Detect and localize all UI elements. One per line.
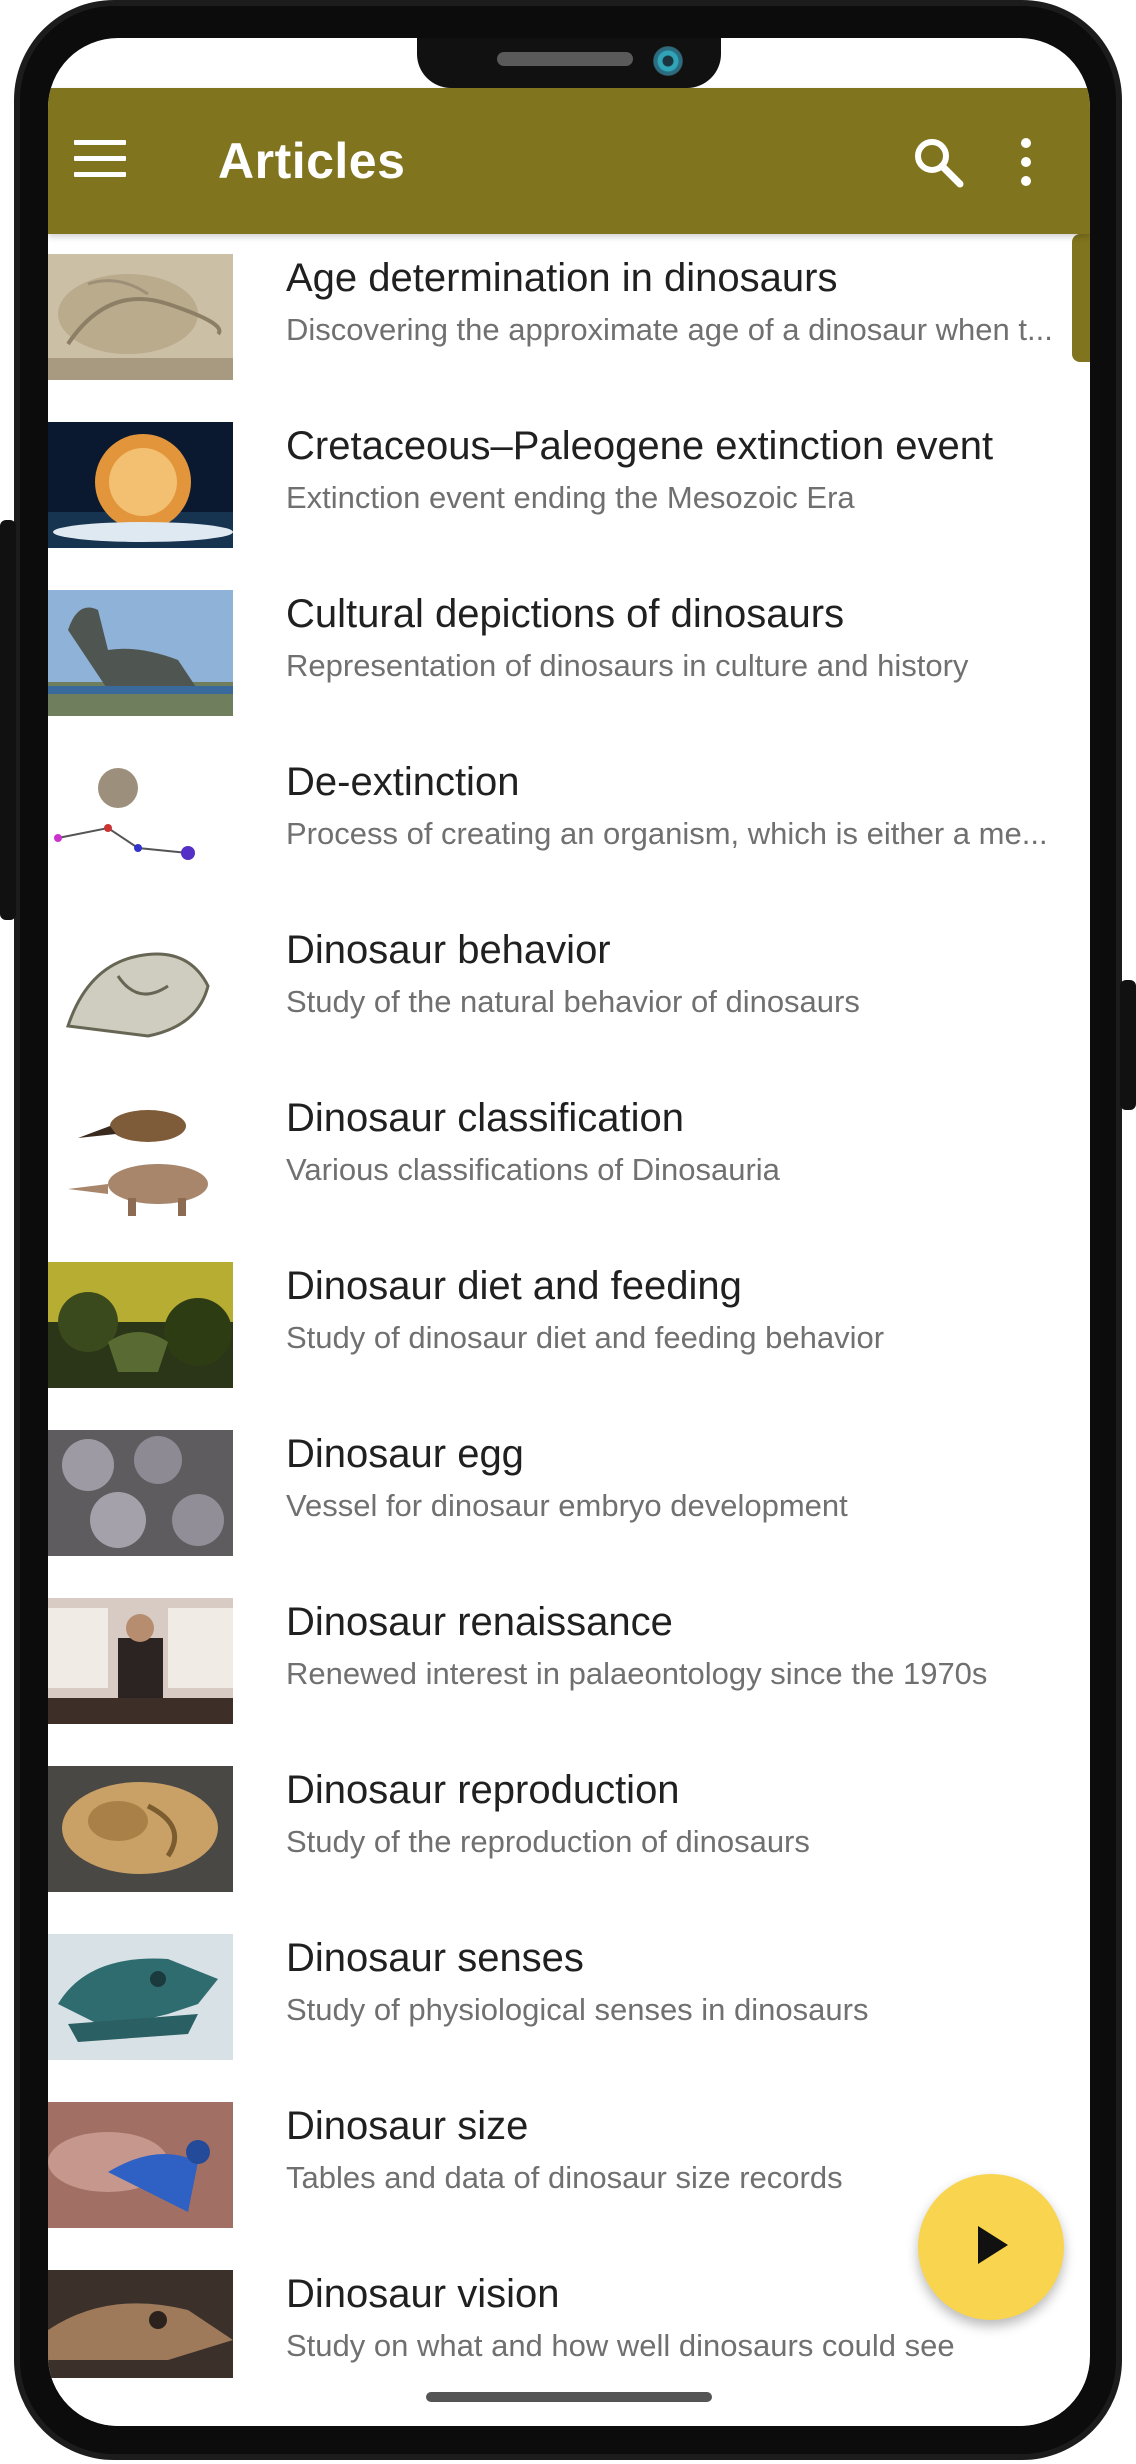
article-thumbnail (48, 1598, 233, 1724)
article-title: Dinosaur size (286, 2104, 529, 2148)
article-description: Representation of dinosaurs in culture a… (286, 648, 969, 683)
article-description: Study of dinosaur diet and feeding behav… (286, 1320, 885, 1355)
article-thumbnail (48, 254, 233, 380)
article-description: Vessel for dinosaur embryo development (286, 1488, 848, 1523)
article-thumbnail (48, 758, 233, 884)
article-title: Cultural depictions of dinosaurs (286, 592, 845, 636)
play-icon (978, 2226, 1008, 2264)
notch (417, 38, 721, 88)
home-indicator[interactable] (426, 2392, 712, 2402)
more-vert-icon[interactable] (1016, 138, 1036, 188)
article-title: Dinosaur classification (286, 1096, 684, 1140)
list-item[interactable]: Cretaceous–Paleogene extinction event Ex… (48, 402, 1090, 570)
article-thumbnail (48, 1094, 233, 1220)
menu-icon[interactable] (74, 140, 126, 180)
article-description: Various classifications of Dinosauria (286, 1152, 780, 1187)
camera-icon (653, 46, 683, 76)
speaker-grille (497, 52, 633, 66)
article-thumbnail (48, 1262, 233, 1388)
article-title: Dinosaur reproduction (286, 1768, 680, 1812)
article-title: Dinosaur vision (286, 2272, 560, 2316)
list-item[interactable]: Dinosaur senses Study of physiological s… (48, 1914, 1090, 2082)
list-item[interactable]: Dinosaur egg Vessel for dinosaur embryo … (48, 1410, 1090, 1578)
article-thumbnail (48, 590, 233, 716)
list-item[interactable]: Dinosaur reproduction Study of the repro… (48, 1746, 1090, 1914)
list-item[interactable]: Dinosaur renaissance Renewed interest in… (48, 1578, 1090, 1746)
list-item[interactable]: Dinosaur behavior Study of the natural b… (48, 906, 1090, 1074)
article-title: Dinosaur senses (286, 1936, 584, 1980)
app-bar: Articles (48, 88, 1090, 234)
play-button[interactable] (918, 2174, 1064, 2320)
article-description: Extinction event ending the Mesozoic Era (286, 480, 855, 515)
list-item[interactable]: Dinosaur classification Various classifi… (48, 1074, 1090, 1242)
article-description: Study of the reproduction of dinosaurs (286, 1824, 810, 1859)
side-button-right (1120, 980, 1136, 1110)
article-title: De-extinction (286, 760, 520, 804)
scrollbar-thumb[interactable] (1072, 234, 1090, 362)
article-thumbnail (48, 1934, 233, 2060)
article-title: Dinosaur diet and feeding (286, 1264, 742, 1308)
article-title: Dinosaur egg (286, 1432, 524, 1476)
article-description: Study of the natural behavior of dinosau… (286, 984, 860, 1019)
article-description: Discovering the approximate age of a din… (286, 312, 1053, 347)
article-title: Age determination in dinosaurs (286, 256, 838, 300)
article-title: Dinosaur behavior (286, 928, 611, 972)
screen: Articles Age determination in dinosaurs … (48, 38, 1090, 2426)
article-thumbnail (48, 926, 233, 1052)
article-thumbnail (48, 1430, 233, 1556)
side-button-left (0, 520, 16, 920)
page-title: Articles (218, 133, 406, 189)
article-description: Process of creating an organism, which i… (286, 816, 1048, 851)
article-thumbnail (48, 422, 233, 548)
list-item[interactable]: Dinosaur diet and feeding Study of dinos… (48, 1242, 1090, 1410)
article-description: Renewed interest in palaeontology since … (286, 1656, 988, 1691)
list-item[interactable]: De-extinction Process of creating an org… (48, 738, 1090, 906)
bottom-bar-background (48, 2378, 1090, 2426)
article-thumbnail (48, 1766, 233, 1892)
list-item[interactable]: Age determination in dinosaurs Discoveri… (48, 234, 1090, 402)
article-title: Cretaceous–Paleogene extinction event (286, 424, 994, 468)
article-list: Age determination in dinosaurs Discoveri… (48, 234, 1090, 2384)
article-description: Study on what and how well dinosaurs cou… (286, 2328, 955, 2363)
article-thumbnail (48, 2102, 233, 2228)
search-icon[interactable] (910, 134, 966, 190)
list-item[interactable]: Cultural depictions of dinosaurs Represe… (48, 570, 1090, 738)
article-thumbnail (48, 2270, 233, 2384)
article-title: Dinosaur renaissance (286, 1600, 673, 1644)
article-description: Study of physiological senses in dinosau… (286, 1992, 869, 2027)
